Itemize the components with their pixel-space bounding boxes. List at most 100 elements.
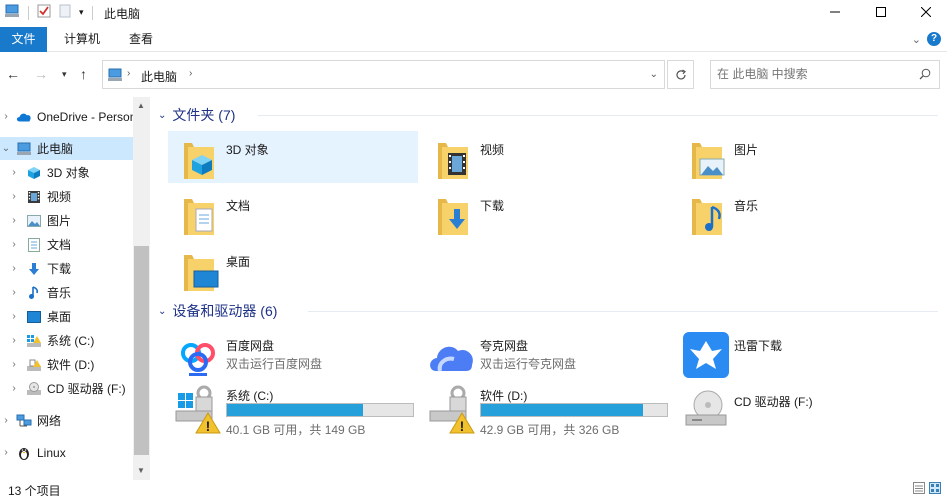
close-button[interactable]: [904, 0, 947, 24]
tile-label: 百度网盘: [226, 339, 275, 353]
scroll-up-icon[interactable]: ▲: [137, 101, 145, 110]
chevron-right-icon[interactable]: ›: [8, 383, 20, 394]
tile-label: 桌面: [226, 255, 251, 269]
breadcrumb[interactable]: 此电脑: [141, 68, 177, 85]
device-tile-xunlei[interactable]: 迅雷下载: [676, 327, 926, 379]
folder-tile-music[interactable]: 音乐: [676, 187, 926, 239]
tab-file[interactable]: 文件: [0, 27, 47, 52]
drive-usage-bar: [480, 403, 668, 417]
folder-tile-videos[interactable]: 视频: [422, 131, 672, 183]
tab-view[interactable]: 查看: [119, 27, 163, 52]
chevron-down-icon[interactable]: ⌄: [0, 143, 12, 154]
onedrive-cloud-icon: [16, 109, 32, 125]
chevron-right-icon[interactable]: ›: [8, 191, 20, 202]
chevron-right-icon[interactable]: ›: [8, 335, 20, 346]
breadcrumb-separator-icon[interactable]: ›: [189, 68, 192, 79]
tile-subtitle: 双击运行百度网盘: [226, 357, 323, 371]
chevron-right-icon[interactable]: ›: [0, 415, 12, 426]
window-title: 此电脑: [104, 7, 141, 21]
view-switcher: [913, 482, 941, 496]
sidebar-item-label: 系统 (C:): [47, 334, 95, 348]
chevron-right-icon[interactable]: ›: [8, 287, 20, 298]
scrollbar-thumb[interactable]: [134, 246, 149, 455]
device-tile-quark-netdisk[interactable]: 夸克网盘 双击运行夸克网盘: [422, 327, 672, 379]
tile-label: 下载: [480, 199, 505, 213]
folder-tile-desktop[interactable]: 桌面: [168, 243, 418, 295]
scroll-down-icon[interactable]: ▼: [137, 466, 145, 475]
sidebar-item-network[interactable]: › 网络: [0, 409, 133, 432]
navigation-bar: ← → ▾ ↑ › 此电脑 › ⌄: [0, 57, 947, 91]
videos-folder-icon: [428, 135, 476, 183]
sidebar-item-pictures[interactable]: › 图片: [0, 209, 133, 232]
chevron-right-icon[interactable]: ›: [0, 111, 12, 122]
breadcrumb-separator-icon[interactable]: ›: [127, 68, 130, 79]
chevron-right-icon[interactable]: ›: [8, 359, 20, 370]
refresh-icon: [675, 68, 686, 79]
tile-label: 视频: [480, 143, 505, 157]
folder-tile-downloads[interactable]: 下载: [422, 187, 672, 239]
content-pane: ⌄ 文件夹 (7) 3D 对象 视频 图片 文档 下载 音乐 桌面 ⌄ 设备和驱…: [150, 97, 947, 480]
sidebar-item-this-pc[interactable]: ⌄ 此电脑: [0, 137, 133, 160]
sidebar-item-downloads[interactable]: › 下载: [0, 257, 133, 280]
maximize-button[interactable]: [858, 0, 904, 24]
details-view-icon[interactable]: [913, 482, 925, 496]
sidebar-item-drive-c[interactable]: › 系统 (C:): [0, 329, 133, 352]
sidebar-item-desktop[interactable]: › 桌面: [0, 305, 133, 328]
address-dropdown-icon[interactable]: ⌄: [650, 69, 658, 80]
new-folder-icon[interactable]: [59, 4, 71, 21]
refresh-button[interactable]: [667, 60, 694, 89]
tile-label: 系统 (C:): [226, 389, 274, 403]
search-input[interactable]: [717, 67, 907, 81]
drive-tile-d[interactable]: ! 软件 (D:) 42.9 GB 可用，共 326 GB: [422, 383, 672, 443]
chevron-right-icon[interactable]: ›: [0, 447, 12, 458]
document-icon: [26, 237, 42, 253]
search-box[interactable]: [710, 60, 940, 89]
sidebar-item-drive-d[interactable]: › 软件 (D:): [0, 353, 133, 376]
chevron-right-icon[interactable]: ›: [8, 239, 20, 250]
tab-computer[interactable]: 计算机: [54, 27, 110, 52]
folder-tile-pictures[interactable]: 图片: [676, 131, 926, 183]
sidebar-item-3d-objects[interactable]: › 3D 对象: [0, 161, 133, 184]
sidebar-item-documents[interactable]: › 文档: [0, 233, 133, 256]
music-note-icon: [26, 285, 42, 301]
address-bar[interactable]: › 此电脑 › ⌄: [102, 60, 665, 89]
group-title: 设备和驱动器 (6): [172, 303, 278, 319]
large-icons-view-icon[interactable]: [929, 482, 941, 496]
chevron-right-icon[interactable]: ›: [8, 167, 20, 178]
tile-label: 软件 (D:): [480, 389, 528, 403]
tile-label: 音乐: [734, 199, 759, 213]
xunlei-icon: [682, 331, 730, 379]
sidebar-item-label: CD 驱动器 (F:): [47, 382, 126, 396]
help-icon[interactable]: ?: [927, 32, 941, 46]
chevron-down-icon[interactable]: ⌄: [158, 306, 166, 317]
minimize-button[interactable]: [812, 0, 858, 24]
folder-tile-documents[interactable]: 文档: [168, 187, 418, 239]
chevron-down-icon[interactable]: ⌄: [158, 110, 166, 121]
recent-locations-icon[interactable]: ▾: [62, 69, 67, 80]
chevron-right-icon[interactable]: ›: [8, 215, 20, 226]
sidebar-item-videos[interactable]: › 视频: [0, 185, 133, 208]
drive-tile-c[interactable]: ! 系统 (C:) 40.1 GB 可用，共 149 GB: [168, 383, 418, 443]
search-icon[interactable]: [919, 68, 931, 83]
chevron-right-icon[interactable]: ›: [8, 311, 20, 322]
expand-ribbon-icon[interactable]: ⌄: [912, 33, 921, 46]
up-arrow-icon[interactable]: ↑: [80, 66, 87, 82]
picture-icon: [26, 213, 42, 229]
sidebar-item-linux[interactable]: › Linux: [0, 441, 133, 464]
drive-tile-cd[interactable]: CD 驱动器 (F:): [676, 383, 926, 435]
sidebar-item-music[interactable]: › 音乐: [0, 281, 133, 304]
chevron-right-icon[interactable]: ›: [8, 263, 20, 274]
sidebar-item-label: 3D 对象: [47, 166, 90, 180]
devices-group-header[interactable]: ⌄ 设备和驱动器 (6): [158, 301, 938, 321]
sidebar-item-onedrive[interactable]: › OneDrive - Personal: [0, 105, 145, 128]
folders-group-header[interactable]: ⌄ 文件夹 (7): [158, 105, 938, 125]
properties-icon[interactable]: [37, 4, 51, 21]
folder-tile-3d-objects[interactable]: 3D 对象: [168, 131, 418, 183]
sidebar-scrollbar[interactable]: ▲ ▼: [133, 97, 150, 480]
device-tile-baidu-netdisk[interactable]: 百度网盘 双击运行百度网盘: [168, 327, 418, 379]
forward-arrow-icon[interactable]: →: [34, 66, 48, 82]
sidebar-item-cd-drive[interactable]: › CD 驱动器 (F:): [0, 377, 133, 400]
back-arrow-icon[interactable]: ←: [6, 66, 20, 82]
qat-customize-icon[interactable]: ▾: [79, 7, 84, 18]
tile-subtitle: 双击运行夸克网盘: [480, 357, 577, 371]
